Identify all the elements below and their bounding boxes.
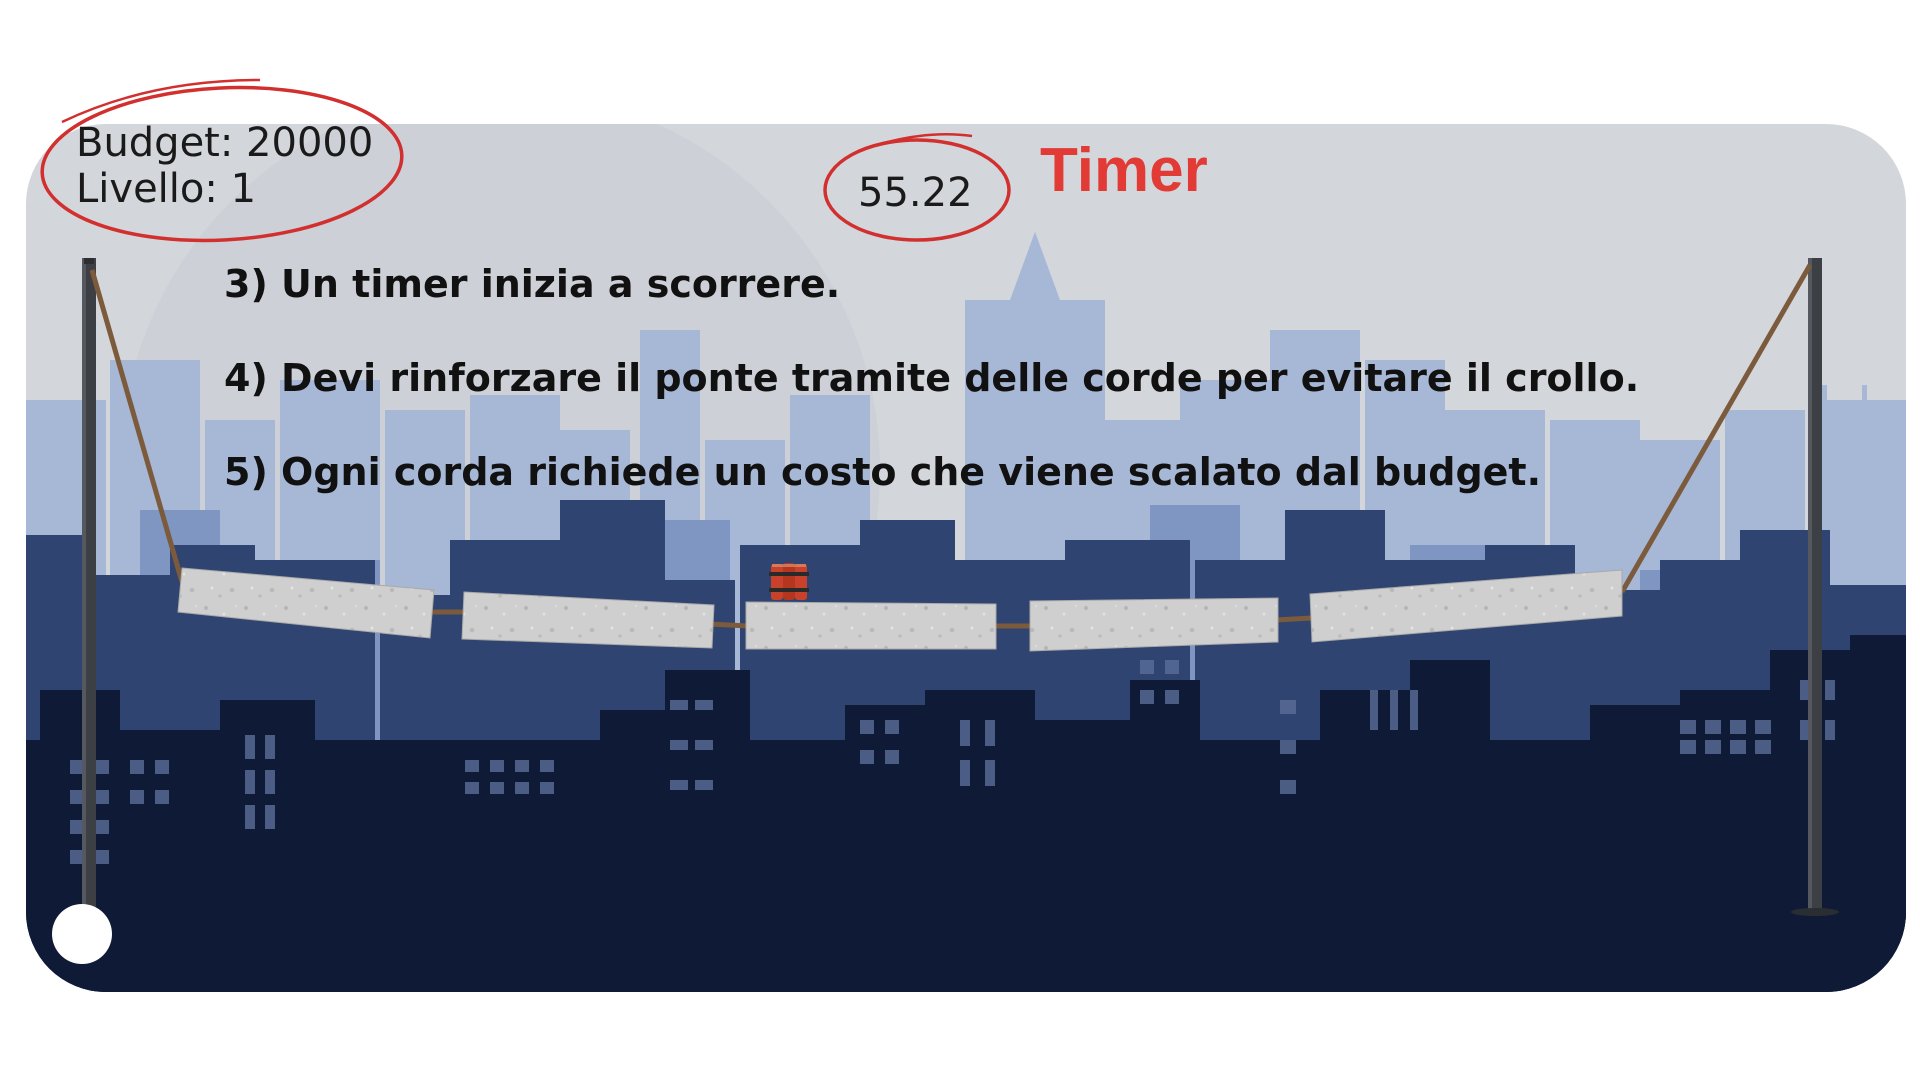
- circle-button-icon[interactable]: [52, 904, 112, 964]
- bridge-plank: [745, 601, 997, 650]
- instruction-text: 4) Devi rinforzare il ponte tramite dell…: [224, 356, 1640, 400]
- left-pole: [82, 258, 96, 910]
- dynamite-icon: [769, 563, 809, 600]
- budget-label: Budget: 20000: [76, 120, 374, 166]
- bridge-plank: [1029, 597, 1279, 652]
- game-screen: Budget: 20000 Livello: 1 55.22 Timer 3) …: [0, 0, 1920, 1080]
- instruction-text: 3) Un timer inizia a scorrere.: [224, 262, 841, 306]
- instruction-text: 5) Ogni corda richiede un costo che vien…: [224, 450, 1542, 494]
- timer-caption: Timer: [1040, 136, 1208, 205]
- level-label: Livello: 1: [76, 166, 257, 212]
- timer-display: 55.22: [858, 170, 973, 216]
